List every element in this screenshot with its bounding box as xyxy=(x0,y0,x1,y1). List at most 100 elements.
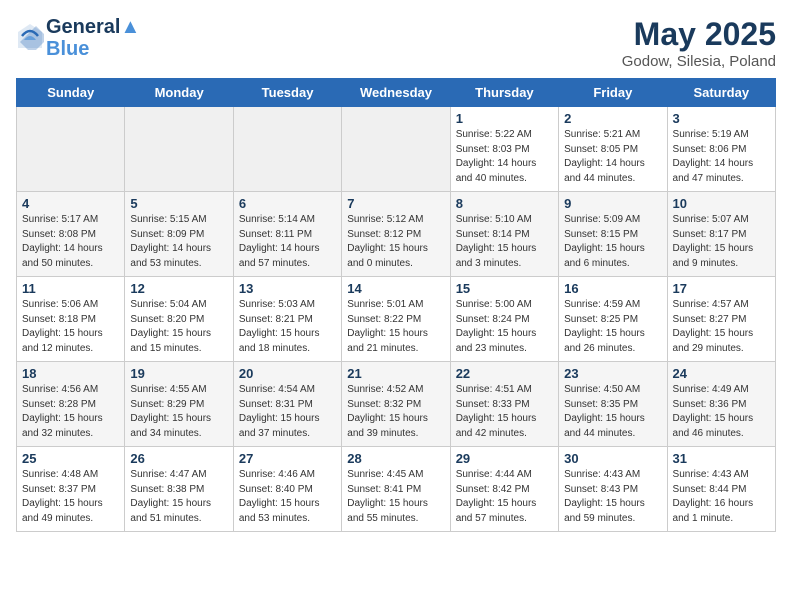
day-info: Sunrise: 5:12 AMSunset: 8:12 PMDaylight:… xyxy=(347,213,444,271)
title-block: May 2025 Godow, Silesia, Poland xyxy=(622,16,776,70)
day-number: 12 xyxy=(130,281,227,296)
location: Godow, Silesia, Poland xyxy=(622,53,776,70)
day-number: 6 xyxy=(239,196,336,211)
day-cell: 7 Sunrise: 5:12 AMSunset: 8:12 PMDaylight… xyxy=(342,192,450,277)
day-number: 17 xyxy=(673,281,770,296)
day-cell: 15Sunrise: 5:00 AMSunset: 8:24 PMDayligh… xyxy=(450,277,558,362)
day-info: Sunrise: 5:01 AMSunset: 8:22 PMDaylight:… xyxy=(347,298,444,356)
day-number: 22 xyxy=(456,366,553,381)
week-row-2: 4 Sunrise: 5:17 AMSunset: 8:08 PMDaylight… xyxy=(17,192,776,277)
weekday-friday: Friday xyxy=(559,79,667,107)
day-number: 2 xyxy=(564,111,661,126)
page-header: General▲ Blue May 2025 Godow, Silesia, P… xyxy=(16,16,776,70)
week-row-4: 18 Sunrise: 4:56 AMSunset: 8:28 PMDayligh… xyxy=(17,362,776,447)
weekday-saturday: Saturday xyxy=(667,79,775,107)
day-cell: 21 Sunrise: 4:52 AMSunset: 8:32 PMDayligh… xyxy=(342,362,450,447)
day-info: Sunrise: 4:50 AMSunset: 8:35 PMDaylight:… xyxy=(564,383,661,441)
day-number: 7 xyxy=(347,196,444,211)
day-cell: 29Sunrise: 4:44 AMSunset: 8:42 PMDayligh… xyxy=(450,447,558,532)
logo-text-line2: Blue xyxy=(46,38,140,60)
day-number: 3 xyxy=(673,111,770,126)
day-info: Sunrise: 5:04 AMSunset: 8:20 PMDaylight:… xyxy=(130,298,227,356)
day-cell: 19Sunrise: 4:55 AMSunset: 8:29 PMDayligh… xyxy=(125,362,233,447)
day-cell: 25Sunrise: 4:48 AMSunset: 8:37 PMDayligh… xyxy=(17,447,125,532)
day-number: 27 xyxy=(239,451,336,466)
week-row-3: 11Sunrise: 5:06 AMSunset: 8:18 PMDayligh… xyxy=(17,277,776,362)
weekday-wednesday: Wednesday xyxy=(342,79,450,107)
day-cell: 18 Sunrise: 4:56 AMSunset: 8:28 PMDayligh… xyxy=(17,362,125,447)
weekday-tuesday: Tuesday xyxy=(233,79,341,107)
day-info: Sunrise: 4:46 AMSunset: 8:40 PMDaylight:… xyxy=(239,468,336,526)
day-cell: 14 Sunrise: 5:01 AMSunset: 8:22 PMDayligh… xyxy=(342,277,450,362)
month-title: May 2025 xyxy=(622,16,776,53)
day-cell: 23 Sunrise: 4:50 AMSunset: 8:35 PMDayligh… xyxy=(559,362,667,447)
day-info: Sunrise: 5:07 AMSunset: 8:17 PMDaylight:… xyxy=(673,213,770,271)
day-number: 24 xyxy=(673,366,770,381)
day-info: Sunrise: 4:43 AMSunset: 8:43 PMDaylight:… xyxy=(564,468,661,526)
day-info: Sunrise: 5:03 AMSunset: 8:21 PMDaylight:… xyxy=(239,298,336,356)
day-number: 13 xyxy=(239,281,336,296)
weekday-monday: Monday xyxy=(125,79,233,107)
day-cell: 6 Sunrise: 5:14 AMSunset: 8:11 PMDaylight… xyxy=(233,192,341,277)
day-info: Sunrise: 5:10 AMSunset: 8:14 PMDaylight:… xyxy=(456,213,553,271)
weekday-thursday: Thursday xyxy=(450,79,558,107)
day-number: 16 xyxy=(564,281,661,296)
day-number: 26 xyxy=(130,451,227,466)
day-cell: 9Sunrise: 5:09 AMSunset: 8:15 PMDaylight… xyxy=(559,192,667,277)
day-cell: 13 Sunrise: 5:03 AMSunset: 8:21 PMDayligh… xyxy=(233,277,341,362)
day-number: 10 xyxy=(673,196,770,211)
day-info: Sunrise: 5:15 AMSunset: 8:09 PMDaylight:… xyxy=(130,213,227,271)
day-cell xyxy=(17,107,125,192)
weekday-header-row: SundayMondayTuesdayWednesdayThursdayFrid… xyxy=(17,79,776,107)
day-info: Sunrise: 5:17 AMSunset: 8:08 PMDaylight:… xyxy=(22,213,119,271)
day-number: 18 xyxy=(22,366,119,381)
day-info: Sunrise: 4:52 AMSunset: 8:32 PMDaylight:… xyxy=(347,383,444,441)
day-info: Sunrise: 5:22 AMSunset: 8:03 PMDaylight:… xyxy=(456,128,553,186)
day-cell: 27 Sunrise: 4:46 AMSunset: 8:40 PMDayligh… xyxy=(233,447,341,532)
day-number: 20 xyxy=(239,366,336,381)
day-number: 11 xyxy=(22,281,119,296)
day-cell: 5 Sunrise: 5:15 AMSunset: 8:09 PMDaylight… xyxy=(125,192,233,277)
logo-icon xyxy=(16,22,44,50)
day-number: 28 xyxy=(347,451,444,466)
day-info: Sunrise: 5:14 AMSunset: 8:11 PMDaylight:… xyxy=(239,213,336,271)
day-info: Sunrise: 4:59 AMSunset: 8:25 PMDaylight:… xyxy=(564,298,661,356)
day-info: Sunrise: 4:44 AMSunset: 8:42 PMDaylight:… xyxy=(456,468,553,526)
day-number: 30 xyxy=(564,451,661,466)
day-info: Sunrise: 4:47 AMSunset: 8:38 PMDaylight:… xyxy=(130,468,227,526)
logo: General▲ Blue xyxy=(16,16,140,60)
day-info: Sunrise: 5:21 AMSunset: 8:05 PMDaylight:… xyxy=(564,128,661,186)
week-row-5: 25Sunrise: 4:48 AMSunset: 8:37 PMDayligh… xyxy=(17,447,776,532)
day-cell: 20Sunrise: 4:54 AMSunset: 8:31 PMDayligh… xyxy=(233,362,341,447)
day-info: Sunrise: 4:43 AMSunset: 8:44 PMDaylight:… xyxy=(673,468,770,526)
day-info: Sunrise: 4:56 AMSunset: 8:28 PMDaylight:… xyxy=(22,383,119,441)
day-cell: 4 Sunrise: 5:17 AMSunset: 8:08 PMDaylight… xyxy=(17,192,125,277)
day-number: 19 xyxy=(130,366,227,381)
day-cell: 24 Sunrise: 4:49 AMSunset: 8:36 PMDayligh… xyxy=(667,362,775,447)
day-info: Sunrise: 4:49 AMSunset: 8:36 PMDaylight:… xyxy=(673,383,770,441)
day-number: 5 xyxy=(130,196,227,211)
day-info: Sunrise: 5:19 AMSunset: 8:06 PMDaylight:… xyxy=(673,128,770,186)
day-info: Sunrise: 4:57 AMSunset: 8:27 PMDaylight:… xyxy=(673,298,770,356)
day-cell: 10 Sunrise: 5:07 AMSunset: 8:17 PMDayligh… xyxy=(667,192,775,277)
day-info: Sunrise: 4:51 AMSunset: 8:33 PMDaylight:… xyxy=(456,383,553,441)
day-number: 15 xyxy=(456,281,553,296)
day-cell: 1Sunrise: 5:22 AMSunset: 8:03 PMDaylight… xyxy=(450,107,558,192)
day-cell: 26 Sunrise: 4:47 AMSunset: 8:38 PMDayligh… xyxy=(125,447,233,532)
day-cell: 28Sunrise: 4:45 AMSunset: 8:41 PMDayligh… xyxy=(342,447,450,532)
day-number: 8 xyxy=(456,196,553,211)
day-cell: 2 Sunrise: 5:21 AMSunset: 8:05 PMDaylight… xyxy=(559,107,667,192)
day-cell: 11Sunrise: 5:06 AMSunset: 8:18 PMDayligh… xyxy=(17,277,125,362)
week-row-1: 1Sunrise: 5:22 AMSunset: 8:03 PMDaylight… xyxy=(17,107,776,192)
day-cell: 22 Sunrise: 4:51 AMSunset: 8:33 PMDayligh… xyxy=(450,362,558,447)
day-number: 14 xyxy=(347,281,444,296)
day-cell: 17 Sunrise: 4:57 AMSunset: 8:27 PMDayligh… xyxy=(667,277,775,362)
day-number: 21 xyxy=(347,366,444,381)
calendar-table: SundayMondayTuesdayWednesdayThursdayFrid… xyxy=(16,78,776,532)
day-cell xyxy=(342,107,450,192)
day-number: 4 xyxy=(22,196,119,211)
day-info: Sunrise: 4:48 AMSunset: 8:37 PMDaylight:… xyxy=(22,468,119,526)
day-cell xyxy=(125,107,233,192)
day-number: 23 xyxy=(564,366,661,381)
day-cell: 31Sunrise: 4:43 AMSunset: 8:44 PMDayligh… xyxy=(667,447,775,532)
